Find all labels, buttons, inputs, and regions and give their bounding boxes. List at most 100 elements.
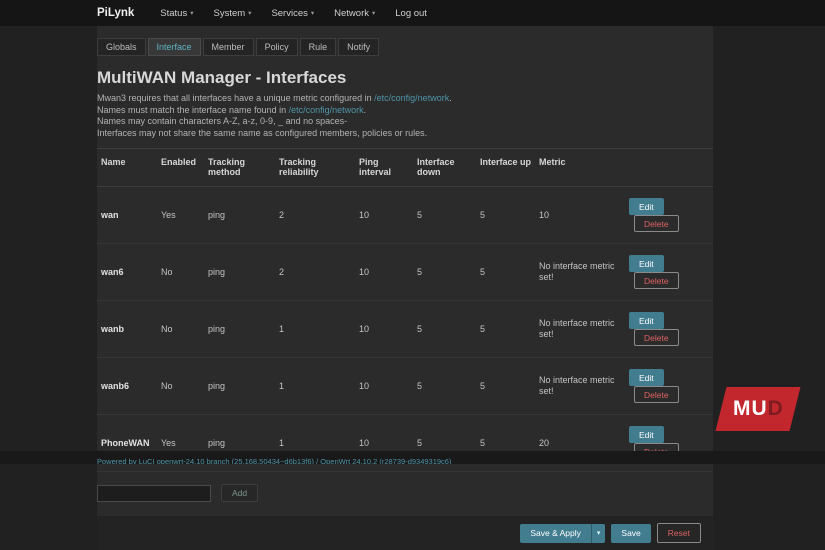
add-interface-row: Add — [97, 484, 713, 502]
description-text: Mwan3 requires that all interfaces have … — [97, 93, 375, 103]
delete-button[interactable]: Delete — [634, 272, 679, 289]
mud-logo-mu: MU — [732, 397, 768, 420]
delete-button[interactable]: Delete — [634, 386, 679, 403]
description-line: Names may contain characters A-Z, a-z, 0… — [97, 116, 713, 128]
description-line: Interfaces may not share the same name a… — [97, 128, 713, 140]
cell-metric: No interface metric set! — [535, 243, 625, 301]
footer-bar: Powered by LuCI openwrt-24.10 branch (25… — [0, 451, 825, 464]
section-tabs: Globals Interface Member Policy Rule Not… — [97, 38, 713, 56]
cell-ping-interval: 10 — [355, 186, 413, 244]
edit-button[interactable]: Edit — [629, 426, 664, 443]
cell-metric: No interface metric set! — [535, 300, 625, 358]
edit-button[interactable]: Edit — [629, 255, 664, 272]
tab-interface[interactable]: Interface — [147, 38, 201, 56]
cell-enabled: No — [157, 357, 204, 415]
cell-interface-up: 5 — [476, 357, 535, 415]
nav-logout-label: Log out — [395, 7, 427, 19]
config-network-link[interactable]: /etc/config/network — [374, 93, 449, 103]
reset-button[interactable]: Reset — [656, 523, 701, 543]
cell-interface-up: 5 — [476, 186, 535, 244]
mud-logo-text: MUD — [733, 397, 784, 421]
interfaces-table: Name Enabled Tracking method Tracking re… — [97, 148, 713, 472]
chevron-down-icon: ▾ — [371, 10, 376, 17]
cell-name: wanb6 — [97, 357, 157, 415]
powered-by-text[interactable]: Powered by LuCI openwrt-24.10 branch (25… — [97, 457, 451, 464]
mud-logo-d: D — [767, 397, 784, 420]
cell-tracking-reliability: 2 — [275, 243, 355, 301]
nav-status-label: Status — [160, 7, 188, 19]
description-text: Names must match the interface name foun… — [97, 104, 289, 115]
description-text: Interfaces may not share the same name a… — [97, 127, 428, 138]
cell-metric: No interface metric set! — [535, 357, 625, 415]
cell-actions: Edit Delete — [625, 357, 713, 415]
nav-network-label: Network — [334, 7, 369, 19]
save-apply-dropdown-button[interactable]: ▾ — [590, 523, 606, 543]
cell-name: wanb — [97, 300, 157, 358]
cell-tracking-method: ping — [204, 300, 275, 358]
cell-tracking-reliability: 1 — [275, 300, 355, 358]
nav-network[interactable]: Network ▾ — [334, 8, 375, 19]
page-title: MultiWAN Manager - Interfaces — [97, 68, 347, 87]
brand-logo[interactable]: PiLynk — [97, 7, 134, 19]
header-ping-interval: Ping interval — [355, 148, 413, 187]
chevron-down-icon: ▾ — [310, 10, 315, 17]
nav-services[interactable]: Services ▾ — [271, 8, 314, 19]
chevron-down-icon: ▾ — [248, 10, 252, 17]
table-row: wanb6 No ping 1 10 5 5 No interface metr… — [97, 357, 713, 415]
cell-ping-interval: 10 — [355, 243, 413, 301]
cell-enabled: Yes — [157, 186, 204, 244]
delete-button[interactable]: Delete — [634, 329, 679, 346]
top-navbar: PiLynk Status ▾ System ▾ Services ▾ Netw… — [0, 0, 825, 26]
table-row: wan6 No ping 2 10 5 5 No interface metri… — [97, 243, 713, 301]
nav-system-label: System — [213, 7, 246, 19]
description-text: . — [449, 93, 452, 103]
tab-policy[interactable]: Policy — [255, 38, 298, 56]
cell-actions: Edit Delete — [625, 186, 713, 244]
add-interface-input[interactable] — [97, 484, 211, 502]
description-line: Mwan3 requires that all interfaces have … — [97, 93, 713, 105]
edit-button[interactable]: Edit — [629, 198, 664, 215]
header-actions — [625, 148, 713, 187]
nav-system[interactable]: System ▾ — [213, 8, 251, 19]
edit-button[interactable]: Edit — [629, 369, 664, 386]
header-interface-down: Interface down — [413, 148, 476, 187]
nav-logout[interactable]: Log out — [395, 8, 427, 19]
nav-services-label: Services — [271, 7, 308, 19]
save-apply-button[interactable]: Save & Apply — [520, 523, 591, 543]
config-network-link[interactable]: /etc/config/network — [289, 105, 364, 115]
main-content: Globals Interface Member Policy Rule Not… — [97, 26, 713, 550]
cell-ping-interval: 10 — [355, 357, 413, 415]
cell-enabled: No — [157, 243, 204, 301]
tab-rule[interactable]: Rule — [299, 38, 337, 56]
action-bar: Save & Apply ▾ Save Reset — [97, 516, 713, 550]
nav-status[interactable]: Status ▾ — [160, 8, 193, 19]
tab-notify[interactable]: Notify — [338, 38, 380, 56]
save-button[interactable]: Save — [611, 523, 651, 543]
cell-metric: 10 — [535, 186, 625, 244]
description-text: . — [363, 104, 367, 115]
page-description: Mwan3 requires that all interfaces have … — [97, 93, 713, 139]
table-header-row: Name Enabled Tracking method Tracking re… — [97, 148, 713, 187]
table-row: wanb No ping 1 10 5 5 No interface metri… — [97, 300, 713, 358]
tab-member[interactable]: Member — [202, 38, 254, 56]
cell-tracking-method: ping — [204, 186, 275, 244]
description-text: Names may contain characters A-Z, a-z, 0… — [97, 116, 348, 126]
delete-button[interactable]: Delete — [634, 215, 679, 232]
cell-tracking-method: ping — [204, 243, 275, 301]
add-button[interactable]: Add — [221, 484, 259, 502]
cell-interface-down: 5 — [413, 186, 476, 244]
header-name: Name — [97, 148, 157, 187]
cell-tracking-reliability: 1 — [275, 357, 355, 415]
header-interface-up: Interface up — [476, 148, 535, 187]
cell-interface-up: 5 — [476, 300, 535, 358]
header-enabled: Enabled — [157, 148, 204, 187]
description-line: Names must match the interface name foun… — [97, 105, 713, 117]
cell-interface-down: 5 — [413, 357, 476, 415]
chevron-down-icon: ▾ — [190, 10, 194, 17]
save-apply-split-button: Save & Apply ▾ — [520, 523, 606, 543]
cell-name: wan — [97, 186, 157, 244]
cell-enabled: No — [157, 300, 204, 358]
edit-button[interactable]: Edit — [629, 312, 664, 329]
chevron-down-icon: ▾ — [596, 530, 601, 537]
tab-globals[interactable]: Globals — [97, 38, 146, 56]
